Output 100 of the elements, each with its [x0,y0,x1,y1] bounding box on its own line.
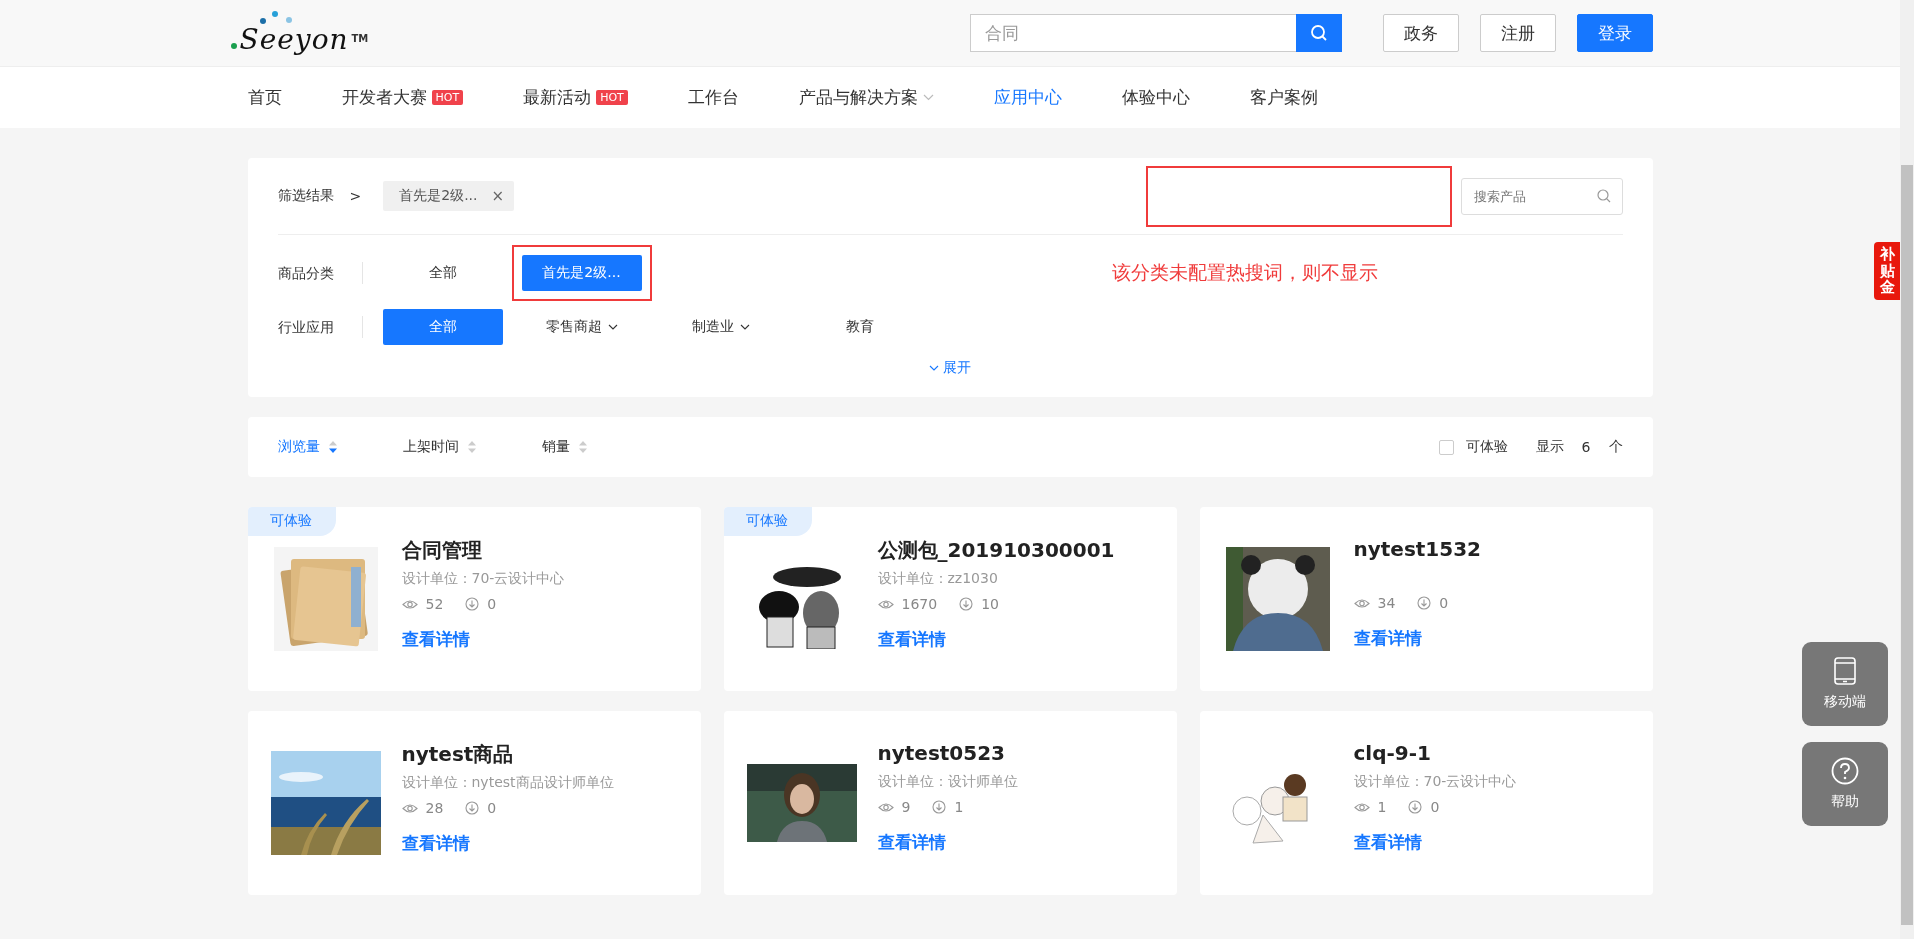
eye-icon [877,598,894,610]
download-count: 10 [981,596,999,612]
download-icon [959,597,974,611]
details-link[interactable]: 查看详情 [1353,831,1517,854]
filter-row-label: 商品分类 [277,262,363,284]
details-link[interactable]: 查看详情 [401,628,565,651]
sort-icon [578,441,587,453]
sort-icon [467,441,476,453]
nav-item[interactable]: 首页 [247,86,282,109]
product-card[interactable]: 可体验 公测包_201910300001 设计单位：zz1030 1670 10 查看详情 [723,507,1177,691]
eye-icon [401,802,418,814]
chevron-down-icon [929,365,939,371]
download-icon [465,597,480,611]
product-card[interactable]: clq-9-1 设计单位：70-云设计中心 1 0 查看详情 [1199,711,1653,895]
sort-option[interactable]: 销量 [541,438,587,456]
view-count: 34 [1377,595,1396,611]
download-count: 1 [954,799,964,815]
search-icon [1309,24,1328,42]
download-count: 0 [487,800,497,816]
annotation-text: 该分类未配置热搜词，则不显示 [1111,260,1378,285]
designer-text: 设计单位：nytest商品设计师单位 [401,774,614,792]
designer-text: 设计单位：70-云设计中心 [401,570,565,588]
checkbox[interactable] [1438,439,1454,455]
designer-text: 设计单位：70-云设计中心 [1353,773,1517,791]
logo-dot-icon [230,43,237,49]
filter-option[interactable]: 全部 [382,255,503,291]
details-link[interactable]: 查看详情 [877,628,1115,651]
view-count: 1670 [901,596,938,612]
trademark: TM [351,33,369,44]
eye-icon [1353,801,1370,813]
filter-option[interactable]: 教育 [799,309,920,345]
view-count: 1 [1377,799,1387,815]
floating-button[interactable]: 帮助 [1802,742,1888,826]
nav-item[interactable]: 开发者大赛 HOT [341,86,464,109]
product-title: nytest1532 [1353,537,1482,563]
download-icon [465,801,480,815]
trial-tag: 可体验 [723,507,812,536]
download-count: 0 [487,596,497,612]
designer-text: 设计单位：设计师单位 [877,773,1018,791]
download-count: 0 [1439,595,1449,611]
expand-link[interactable]: 展开 [929,359,971,377]
nav-item[interactable]: 应用中心 [993,86,1062,109]
details-link[interactable]: 查看详情 [877,831,1018,854]
eye-icon [1353,597,1370,609]
product-card[interactable]: 可体验 合同管理 设计单位：70-云设计中心 52 0 查看详情 [247,507,701,691]
logo-text: Seeyon [239,25,349,55]
separator: > [349,188,362,204]
product-title: nytest0523 [877,741,1007,767]
sort-icon [328,441,337,453]
trial-tag: 可体验 [247,507,336,536]
search-icon [1596,188,1611,203]
product-title: 合同管理 [401,537,483,564]
view-count: 9 [901,799,911,815]
product-search-field[interactable]: 搜索产品 [1460,177,1623,215]
sort-option[interactable]: 浏览量 [277,438,337,456]
sort-option[interactable]: 上架时间 [402,438,476,456]
product-card[interactable]: nytest商品 设计单位：nytest商品设计师单位 28 0 查看详情 [247,711,701,895]
nav-item[interactable]: 工作台 [687,86,739,109]
floating-button[interactable]: 移动端 [1802,642,1888,726]
help-icon [1831,757,1859,785]
product-title: clq-9-1 [1353,741,1432,767]
filter-row-label: 行业应用 [277,316,363,338]
subsidy-tab[interactable]: 补贴金 [1874,242,1900,300]
filter-chip[interactable]: 首先是2级... × [383,181,515,211]
filter-option[interactable]: 制造业 [660,309,781,345]
scrollbar[interactable] [1900,0,1914,939]
filter-option[interactable]: 首先是2级... [521,255,642,291]
download-icon [1408,800,1423,814]
product-title: nytest商品 [401,741,515,768]
nav-item[interactable]: 最新活动 HOT [523,86,628,109]
hot-badge: HOT [596,90,628,105]
details-link[interactable]: 查看详情 [401,832,614,855]
nav-item[interactable]: 产品与解决方案 [798,86,934,109]
download-icon [1417,596,1432,610]
header-button[interactable]: 登录 [1576,14,1653,52]
search-button[interactable] [1295,14,1342,52]
close-icon[interactable]: × [491,187,505,205]
designer-text: 设计单位：zz1030 [877,570,999,588]
view-count: 28 [425,800,444,816]
product-title: 公测包_201910300001 [877,537,1115,564]
header-button[interactable]: 注册 [1479,14,1556,52]
count: 6 [1581,439,1591,455]
tablet-icon [1834,657,1856,685]
download-icon [932,800,947,814]
details-link[interactable]: 查看详情 [1353,627,1482,650]
count-unit: 个 [1608,438,1623,456]
product-card[interactable]: nytest0523 设计单位：设计师单位 9 1 查看详情 [723,711,1177,895]
download-count: 0 [1430,799,1440,815]
logo-dots-icon [258,11,295,25]
checkbox-label: 可体验 [1465,438,1508,456]
filter-result-label: 筛选结果 [277,187,334,205]
filter-option[interactable]: 零售商超 [521,309,642,345]
product-card[interactable]: nytest1532 34 0 查看详情 [1199,507,1653,691]
eye-icon [877,801,894,813]
nav-item[interactable]: 体验中心 [1121,86,1190,109]
filter-option[interactable]: 全部 [382,309,503,345]
show-label: 显示 [1535,438,1564,456]
header-button[interactable]: 政务 [1382,14,1459,52]
nav-item[interactable]: 客户案例 [1249,86,1318,109]
view-count: 52 [425,596,444,612]
